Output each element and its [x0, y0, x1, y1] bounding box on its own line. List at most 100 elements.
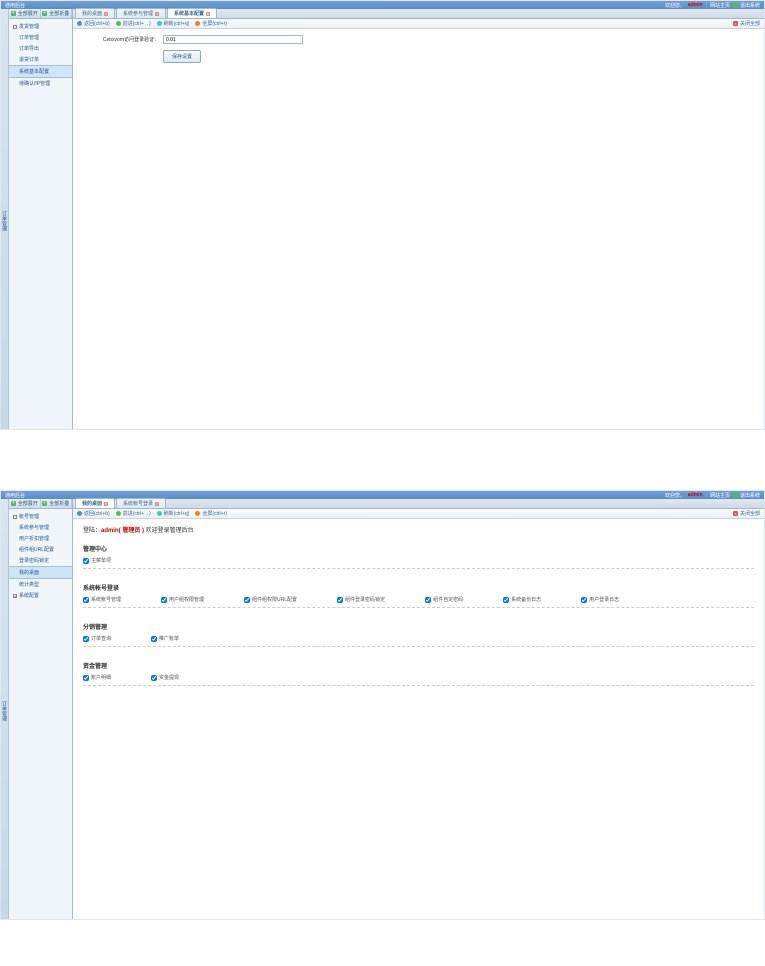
close-icon[interactable]: ×	[206, 12, 210, 16]
checkbox[interactable]	[83, 675, 89, 681]
sidebar-item-sysconfig[interactable]: 系统基本配置	[9, 65, 72, 78]
sidebar-item-return[interactable]: 退货订单	[9, 54, 72, 65]
checkbox[interactable]	[425, 597, 431, 603]
minus-icon: -	[13, 515, 17, 519]
close-icon[interactable]: ×	[104, 502, 108, 506]
current-user: admin	[688, 492, 703, 498]
perm-checkbox[interactable]: 系统帐号管理	[83, 596, 121, 603]
minus-icon: -	[13, 25, 17, 29]
checkbox[interactable]	[83, 636, 89, 642]
refresh-button[interactable]: 刷新(ctrl+q)	[157, 510, 190, 517]
perm-checkbox[interactable]: 系统备份日志	[503, 596, 541, 603]
logout-button[interactable]: 退出系统	[733, 2, 760, 9]
sidebar-item-export[interactable]: 订单导出	[9, 43, 72, 54]
login-verify-input[interactable]	[163, 35, 303, 44]
fullscreen-button[interactable]: 全屏(ctrl+r)	[195, 20, 227, 27]
perm-checkbox[interactable]: 组件登录密码锁定	[337, 596, 385, 603]
section-title: 资金管理	[83, 661, 754, 670]
sidebar: +全部展开 +全部折叠 -发货管理 订单管理 订单导出 退货订单 系统基本配置 …	[9, 9, 73, 429]
tab-desktop[interactable]: 我的桌面×	[75, 498, 115, 508]
plus-icon: +	[11, 501, 16, 506]
collapse-all[interactable]: +全部折叠	[41, 9, 73, 18]
sidebar-item-order[interactable]: 订单管理	[9, 32, 72, 43]
checkbox[interactable]	[581, 597, 587, 603]
section-title: 分销管理	[83, 622, 754, 631]
refresh-button[interactable]: 刷新(ctrl+q)	[157, 20, 190, 27]
exit-icon	[733, 493, 738, 498]
back-icon	[77, 511, 82, 516]
perm-checkbox[interactable]: 组件自定密码	[425, 596, 463, 603]
close-all-button[interactable]: ×关闭全部	[733, 20, 760, 27]
perm-checkbox[interactable]: 主菜单项	[83, 557, 111, 564]
fullscreen-icon	[195, 511, 200, 516]
expand-all[interactable]: +全部展开	[9, 499, 41, 508]
logout-button[interactable]: 退出系统	[733, 492, 760, 499]
plus-icon: +	[42, 501, 47, 506]
checkbox[interactable]	[244, 597, 250, 603]
plus-icon: +	[42, 11, 47, 16]
vertical-nav: 订单管理 分销管理 系统	[1, 499, 9, 919]
perm-checkbox[interactable]: 用户组权限管理	[161, 596, 204, 603]
exit-icon	[733, 3, 738, 8]
sidebar-item-pwdlock[interactable]: 登录密码锁定	[9, 555, 72, 566]
tab-sysconfig[interactable]: 系统基本配置×	[167, 8, 217, 18]
perm-checkbox[interactable]: 用户登录日志	[581, 596, 619, 603]
sidebar-item-stats[interactable]: 统计类型	[9, 579, 72, 590]
tab-sysaccount[interactable]: 系统帐号登录×	[116, 498, 166, 508]
forward-button[interactable]: 前进(ctrl+→)	[116, 20, 151, 27]
sidebar-group-account[interactable]: -帐号管理	[9, 511, 72, 522]
plus-icon: +	[13, 594, 17, 598]
sidebar-item-sysparam[interactable]: 系统参与管理	[9, 522, 72, 533]
welcome-line: 登陆：admin( 管理员 ) 欢迎登录管理后台	[73, 519, 764, 540]
checkbox[interactable]	[337, 597, 343, 603]
back-button[interactable]: 返回(ctrl+b)	[77, 20, 110, 27]
sidebar-item-discount[interactable]: 用户折扣管理	[9, 533, 72, 544]
section-title: 管理中心	[83, 544, 754, 553]
welcome-text: 欢迎您，	[665, 492, 685, 499]
forward-button[interactable]: 前进(ctrl+→)	[116, 510, 151, 517]
tab-sysparam[interactable]: 系统参与管理×	[116, 8, 166, 18]
expand-all[interactable]: +全部展开	[9, 9, 41, 18]
vertical-nav: 订单管理 分销管理 系统	[1, 9, 9, 429]
fullscreen-icon	[195, 21, 200, 26]
current-user: admin	[688, 2, 703, 8]
sidebar-item-desktop[interactable]: 我的桌面	[9, 566, 72, 579]
sidebar-item-ipman[interactable]: 待确认/IP管理	[9, 78, 72, 89]
checkbox[interactable]	[151, 675, 157, 681]
checkbox[interactable]	[161, 597, 167, 603]
welcome-text: 欢迎您，	[665, 2, 685, 9]
collapse-all[interactable]: +全部折叠	[41, 499, 73, 508]
toolbar: 返回(ctrl+b) 前进(ctrl+→) 刷新(ctrl+q) 全屏(ctrl…	[73, 19, 764, 29]
fullscreen-button[interactable]: 全屏(ctrl+r)	[195, 510, 227, 517]
tab-bar: 我的桌面× 系统帐号登录×	[73, 499, 764, 509]
section-title: 系统帐号登录	[83, 583, 754, 592]
checkbox[interactable]	[151, 636, 157, 642]
perm-checkbox[interactable]: 资金提现	[151, 674, 179, 681]
vnav-orders[interactable]: 订单管理	[1, 209, 8, 233]
vnav-orders[interactable]: 订单管理	[1, 699, 8, 723]
perm-checkbox[interactable]: 组件组权限URL配置	[244, 596, 297, 603]
forward-icon	[116, 21, 121, 26]
close-icon[interactable]: ×	[155, 12, 159, 16]
checkbox[interactable]	[503, 597, 509, 603]
checkbox[interactable]	[83, 558, 89, 564]
sidebar-group-ship[interactable]: -发货管理	[9, 21, 72, 32]
close-icon[interactable]: ×	[104, 12, 108, 16]
app-title: 通用后台	[5, 2, 25, 9]
perm-checkbox[interactable]: 推广账单	[151, 635, 179, 642]
tab-desktop[interactable]: 我的桌面×	[75, 8, 115, 18]
close-icon: ×	[733, 511, 738, 516]
site-home-link[interactable]: 网站主页	[710, 2, 730, 9]
close-icon[interactable]: ×	[155, 502, 159, 506]
save-button[interactable]: 保存设置	[163, 50, 201, 63]
sidebar-item-compurl[interactable]: 组件组URL配置	[9, 544, 72, 555]
perm-checkbox[interactable]: 账户明细	[83, 674, 111, 681]
checkbox[interactable]	[83, 597, 89, 603]
site-home-link[interactable]: 网站主页	[710, 492, 730, 499]
sidebar-group-sysconf[interactable]: +系统配置	[9, 590, 72, 601]
back-button[interactable]: 返回(ctrl+b)	[77, 510, 110, 517]
close-all-button[interactable]: ×关闭全部	[733, 510, 760, 517]
perm-checkbox[interactable]: 订单查询	[83, 635, 111, 642]
refresh-icon	[157, 21, 162, 26]
forward-icon	[116, 511, 121, 516]
